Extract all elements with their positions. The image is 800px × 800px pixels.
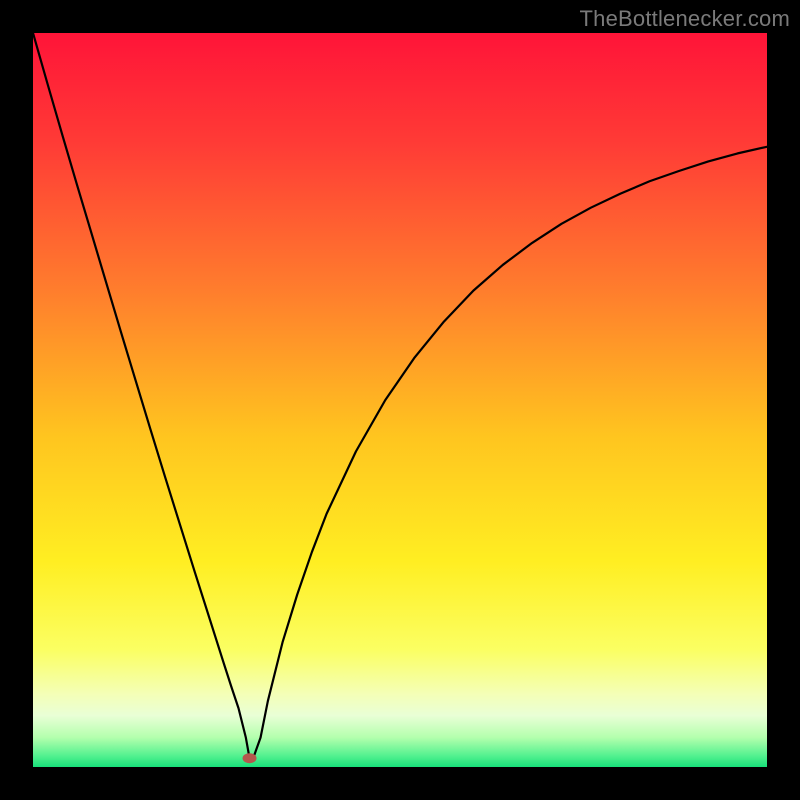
optimum-marker bbox=[243, 753, 257, 763]
chart-frame: TheBottlenecker.com bbox=[0, 0, 800, 800]
plot-svg bbox=[33, 33, 767, 767]
watermark-text: TheBottlenecker.com bbox=[580, 6, 790, 32]
gradient-background bbox=[33, 33, 767, 767]
plot-area bbox=[33, 33, 767, 767]
